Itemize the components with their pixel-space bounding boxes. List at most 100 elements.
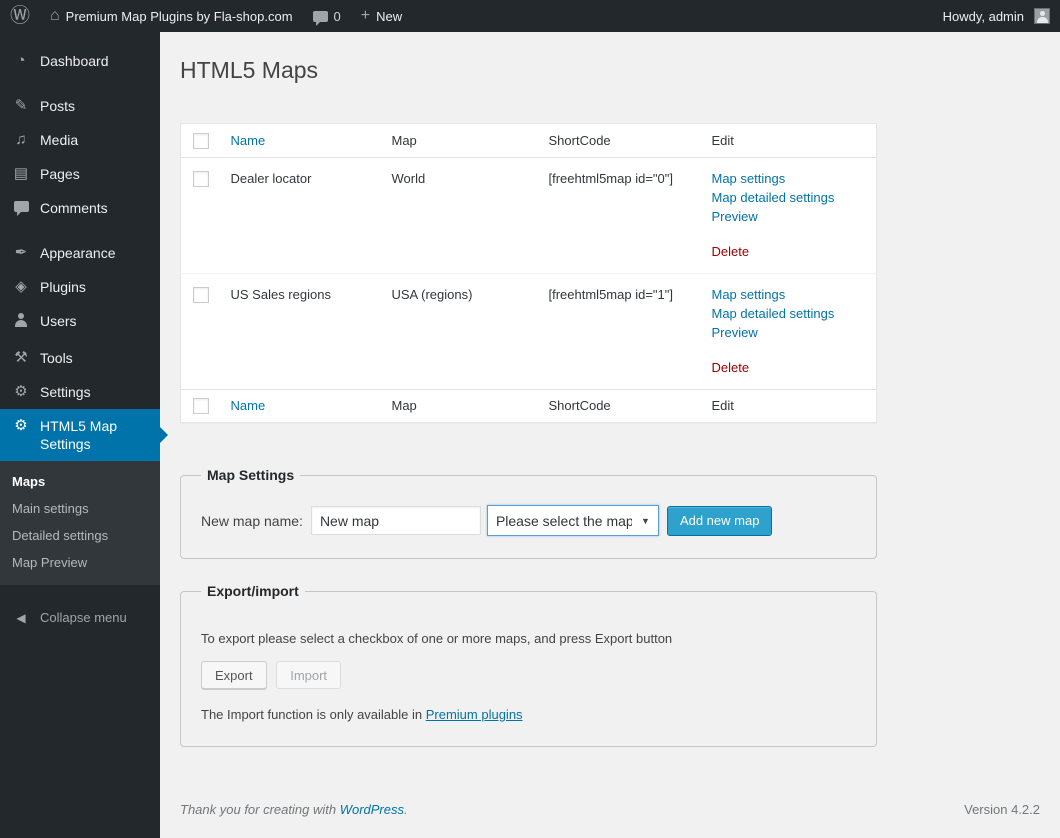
row-checkbox[interactable] [193, 287, 209, 303]
export-import-section: Export/import To export please select a … [180, 583, 877, 747]
row-checkbox[interactable] [193, 171, 209, 187]
new-map-name-input[interactable] [311, 506, 481, 535]
map-settings-link[interactable]: Map settings [712, 169, 867, 188]
footer-thanks-period: . [404, 802, 408, 817]
submenu-item-detailed-settings[interactable]: Detailed settings [0, 522, 160, 549]
map-name-cell: US Sales regions [221, 273, 382, 389]
sidebar-item-label: Dashboard [40, 52, 109, 70]
delete-link[interactable]: Delete [712, 242, 750, 261]
sidebar-item-tools[interactable]: ⚒ Tools [0, 341, 160, 375]
sidebar-item-label: HTML5 Map Settings [40, 417, 152, 453]
pages-icon: ▤ [11, 165, 31, 183]
submenu-item-maps[interactable]: Maps [0, 468, 160, 495]
new-map-name-label: New map name: [201, 513, 303, 529]
map-type-cell: USA (regions) [382, 273, 539, 389]
menu-separator [0, 225, 160, 236]
import-button: Import [276, 661, 341, 689]
new-menu[interactable]: + New [351, 0, 412, 32]
export-button[interactable]: Export [201, 661, 267, 689]
tools-icon: ⚒ [11, 349, 31, 367]
table-footer-row: Name Map ShortCode Edit [181, 389, 877, 423]
column-map: Map [382, 124, 539, 158]
admin-footer: Thank you for creating with WordPress. V… [180, 802, 1040, 817]
appearance-icon: ✒ [11, 244, 31, 262]
main-content: HTML5 Maps Name Map ShortCode Edit Deale… [160, 32, 1060, 838]
column-shortcode: ShortCode [539, 124, 702, 158]
map-settings-section: Map Settings New map name: Please select… [180, 467, 877, 559]
version-text: Version 4.2.2 [964, 802, 1040, 817]
map-type-cell: World [382, 157, 539, 273]
sidebar-item-posts[interactable]: ✎ Posts [0, 89, 160, 123]
sidebar-item-label: Posts [40, 97, 75, 115]
admin-sidebar: ◔ Dashboard ✎ Posts ♫ Media ▤ Pages Comm… [0, 32, 160, 838]
shortcode-cell: [freehtml5map id="0"] [539, 157, 702, 273]
new-label: New [376, 9, 402, 24]
maps-table: Name Map ShortCode Edit Dealer locator W… [180, 123, 877, 423]
wordpress-link[interactable]: WordPress [340, 802, 404, 817]
map-settings-legend: Map Settings [201, 467, 300, 483]
map-settings-link[interactable]: Map settings [712, 285, 867, 304]
sidebar-item-html5-map-settings[interactable]: ⚙ HTML5 Map Settings [0, 409, 160, 461]
users-icon [11, 312, 31, 333]
preview-link[interactable]: Preview [712, 323, 867, 342]
wordpress-admin: Ⓦ ⌂ Premium Map Plugins by Fla-shop.com … [0, 0, 1060, 838]
comments-icon [11, 199, 31, 217]
column-edit: Edit [702, 124, 877, 158]
map-template-select[interactable]: Please select the map [487, 505, 659, 536]
gear-icon: ⚙ [11, 417, 31, 435]
sidebar-item-label: Comments [40, 199, 108, 217]
sidebar-item-label: Media [40, 131, 78, 149]
wordpress-logo-icon: Ⓦ [10, 6, 30, 26]
collapse-icon: ◀ [11, 609, 31, 627]
sidebar-item-users[interactable]: Users [0, 304, 160, 341]
delete-link[interactable]: Delete [712, 358, 750, 377]
footer-thanks-text: Thank you for creating with [180, 802, 340, 817]
map-detailed-settings-link[interactable]: Map detailed settings [712, 188, 867, 207]
sidebar-item-label: Plugins [40, 278, 86, 296]
edit-cell: Map settings Map detailed settings Previ… [702, 273, 877, 389]
site-menu[interactable]: ⌂ Premium Map Plugins by Fla-shop.com [40, 0, 303, 32]
premium-plugins-link[interactable]: Premium plugins [426, 707, 523, 722]
column-name-sort[interactable]: Name [231, 133, 266, 148]
wp-logo-menu[interactable]: Ⓦ [0, 0, 40, 32]
submenu-item-map-preview[interactable]: Map Preview [0, 549, 160, 576]
map-detailed-settings-link[interactable]: Map detailed settings [712, 304, 867, 323]
account-menu[interactable]: Howdy, admin [933, 0, 1060, 32]
map-template-select-wrap: Please select the map ▼ [487, 505, 659, 536]
sidebar-item-comments[interactable]: Comments [0, 191, 160, 225]
media-icon: ♫ [11, 131, 31, 149]
collapse-menu-label: Collapse menu [40, 609, 127, 627]
sidebar-item-media[interactable]: ♫ Media [0, 123, 160, 157]
dashboard-icon: ◔ [11, 52, 31, 70]
column-name-sort-bottom[interactable]: Name [231, 398, 266, 413]
sidebar-item-plugins[interactable]: ◈ Plugins [0, 270, 160, 304]
table-row: US Sales regions USA (regions) [freehtml… [181, 273, 877, 389]
add-new-map-button[interactable]: Add new map [667, 506, 773, 536]
column-shortcode-bottom: ShortCode [539, 389, 702, 423]
avatar [1034, 8, 1050, 24]
import-note: The Import function is only available in… [201, 707, 856, 722]
comments-menu[interactable]: 0 [303, 0, 351, 32]
import-note-text: The Import function is only available in [201, 707, 426, 722]
submenu-item-main-settings[interactable]: Main settings [0, 495, 160, 522]
preview-link[interactable]: Preview [712, 207, 867, 226]
map-settings-submenu: Maps Main settings Detailed settings Map… [0, 461, 160, 585]
comments-icon [313, 11, 328, 22]
sidebar-item-label: Pages [40, 165, 80, 183]
settings-icon: ⚙ [11, 383, 31, 401]
sidebar-item-appearance[interactable]: ✒ Appearance [0, 236, 160, 270]
shortcode-cell: [freehtml5map id="1"] [539, 273, 702, 389]
menu-separator [0, 78, 160, 89]
comments-count: 0 [334, 9, 341, 24]
column-edit-bottom: Edit [702, 389, 877, 423]
site-name: Premium Map Plugins by Fla-shop.com [66, 9, 293, 24]
column-map-bottom: Map [382, 389, 539, 423]
sidebar-item-dashboard[interactable]: ◔ Dashboard [0, 44, 160, 78]
select-all-checkbox-bottom[interactable] [193, 398, 209, 414]
sidebar-item-pages[interactable]: ▤ Pages [0, 157, 160, 191]
select-all-checkbox[interactable] [193, 133, 209, 149]
sidebar-item-settings[interactable]: ⚙ Settings [0, 375, 160, 409]
edit-cell: Map settings Map detailed settings Previ… [702, 157, 877, 273]
posts-icon: ✎ [11, 97, 31, 115]
collapse-menu-button[interactable]: ◀ Collapse menu [0, 601, 160, 635]
